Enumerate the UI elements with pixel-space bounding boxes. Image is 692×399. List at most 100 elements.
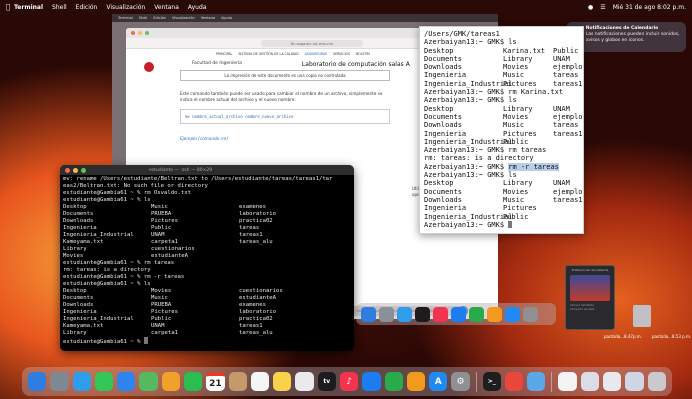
system-preferences-icon[interactable]	[523, 306, 538, 322]
terminal-line: Kameyama.txt UNAM tareas1	[63, 323, 351, 330]
launchpad-icon[interactable]	[50, 372, 69, 391]
terminal-line: Documents PRUEBA laboratorio	[63, 211, 351, 218]
url-text[interactable]: fic.sagarpc.iut.edu.mx	[260, 39, 364, 47]
system-preferences-preview[interactable]: Preferencias del sistema Cámara habilita…	[565, 265, 615, 330]
menu-item-ayuda[interactable]: Ayuda	[188, 4, 207, 11]
terminal-line: Documents Movies ejemplo	[424, 113, 583, 121]
appletv-icon[interactable]	[415, 306, 430, 322]
menu-item-terminal[interactable]: Terminal	[14, 4, 43, 11]
keynote-icon[interactable]	[451, 306, 466, 322]
terminal-cell: tareas	[553, 71, 579, 80]
mail-icon[interactable]	[117, 372, 136, 391]
terminal-cell: PRUEBA	[151, 302, 172, 308]
text-cursor	[143, 337, 148, 344]
terminal-cell: tareas_alu	[239, 330, 273, 336]
window-thumbnail-icon[interactable]	[580, 372, 599, 391]
system-preferences-icon[interactable]: ⚙	[451, 372, 470, 391]
terminal-cell: examenes	[239, 204, 266, 210]
terminal-line: Downloads Music tareas	[424, 121, 579, 129]
terminal-line: estudiante@Gambia61 ~ %	[63, 337, 351, 345]
trash-icon[interactable]	[633, 305, 651, 327]
contacts-icon[interactable]	[228, 372, 247, 391]
clock[interactable]: Mié 31 de ago 8:02 p.m.	[613, 4, 686, 11]
page-heading: Laboratorio de computación salas A	[301, 61, 410, 68]
photos-icon[interactable]	[161, 372, 180, 391]
selected-command[interactable]: rm -r tareas	[508, 162, 559, 171]
terminal-cell: Public	[151, 225, 172, 231]
calendar-icon[interactable]: 21	[206, 372, 225, 391]
appstore-icon[interactable]: A	[429, 372, 448, 391]
terminal-output: mv: rename /Users/estudiante/Beltran.txt…	[60, 175, 354, 345]
nav-link[interactable]: SERVICIOS	[333, 52, 350, 56]
terminal-line: Downloads Music tareas1	[424, 195, 583, 204]
numbers-icon[interactable]	[469, 306, 484, 322]
terminal-cell: Music	[151, 204, 168, 210]
zoom-window-icon[interactable]	[81, 167, 86, 173]
music-icon[interactable]: ♪	[339, 372, 359, 391]
finder-icon[interactable]	[28, 372, 47, 391]
terminal-window-dark[interactable]: estudiante — -zsh — 80×29 mv: rename /Us…	[60, 165, 354, 351]
calendar-notification[interactable]: 17 Notificaciones de Calendario Las noti…	[566, 22, 686, 52]
preview-icon[interactable]	[527, 372, 546, 391]
terminal-cell: UNAM	[151, 323, 165, 329]
menu-item-ventana[interactable]: Ventana	[154, 4, 179, 11]
terminal-line: Ingenieria_IndustrialPictures tareas1	[424, 80, 583, 88]
window-thumbnail-icon[interactable]	[602, 372, 622, 391]
terminal-cell: tareas1	[553, 129, 583, 138]
menu-item-visualización[interactable]: Visualización	[106, 4, 145, 11]
nav-link[interactable]: BOLETÍN	[356, 52, 370, 56]
pages-icon[interactable]	[487, 306, 502, 322]
close-window-icon[interactable]	[65, 167, 70, 173]
messages-icon[interactable]	[94, 372, 114, 391]
terminal-cell: Documents	[424, 187, 462, 196]
close-window-icon[interactable]	[131, 31, 135, 35]
terminal-cell: Documents	[63, 211, 94, 217]
freeform-icon[interactable]	[295, 372, 314, 391]
terminal-cell: Downloads	[63, 218, 94, 224]
finder-icon[interactable]	[361, 306, 376, 322]
maps-icon[interactable]	[139, 372, 158, 391]
appstore-icon[interactable]	[505, 306, 520, 322]
control-center-icon[interactable]: ☰	[600, 4, 605, 11]
desktop-file[interactable]: pantalla...8.47p.m.	[604, 334, 642, 339]
terminal-cell: examenes	[239, 302, 266, 308]
facetime-icon[interactable]	[183, 372, 203, 391]
desktop-file[interactable]: pantalla...8.53 p.m.	[652, 334, 691, 339]
terminal-cell: Library	[503, 179, 533, 188]
apple-menu-icon[interactable]: 	[6, 3, 14, 11]
terminal-line: estudiante@Gambia61 ~ % ls	[63, 281, 151, 287]
notes-icon[interactable]	[273, 372, 292, 391]
zoom-window-icon[interactable]	[145, 31, 149, 35]
trash-icon[interactable]	[647, 372, 666, 391]
safari-icon[interactable]	[72, 372, 91, 391]
wifi-icon[interactable]: ●	[588, 4, 593, 11]
keynote-icon[interactable]	[362, 372, 381, 391]
pages-icon[interactable]	[406, 372, 426, 391]
terminal-line: Documents Music estudianteA	[63, 295, 351, 302]
menu-item-shell[interactable]: Shell	[52, 4, 67, 11]
menu-item-edición[interactable]: Edición	[76, 4, 98, 11]
nav-link[interactable]: ASIGNATURAS	[305, 52, 328, 56]
desktop-files: pantalla...8.47p.m. pantalla...8.53 p.m.	[604, 334, 691, 339]
numbers-icon[interactable]	[384, 372, 403, 391]
terminal-icon[interactable]: >_	[482, 372, 501, 391]
terminal-window-light[interactable]: /Users/GMK/tareas1 Azerbaiyan13:~ GMK$ ls…	[419, 26, 584, 234]
terminal-cell: Music	[503, 195, 525, 204]
appletv-icon[interactable]: tv	[317, 372, 336, 391]
preview-title: Preferencias del sistema	[571, 268, 609, 272]
music-icon[interactable]	[433, 306, 448, 322]
minimize-window-icon[interactable]	[73, 167, 78, 173]
terminal-cell: Desktop	[424, 104, 454, 113]
nav-link[interactable]: PRINCIPAL	[216, 52, 232, 56]
chrome-icon[interactable]	[504, 372, 524, 391]
safari-icon[interactable]	[397, 306, 412, 322]
reminders-icon[interactable]	[250, 372, 270, 391]
terminal-title: estudiante — -zsh — 80×29	[149, 167, 213, 173]
terminal-title-bar[interactable]: estudiante — -zsh — 80×29	[60, 165, 354, 175]
nav-link[interactable]: SISTEMA DE GESTIÓN DE LA CALIDAD	[238, 52, 298, 56]
terminal-cell: Ingenieria	[63, 225, 97, 231]
window-thumbnail-icon[interactable]	[625, 372, 644, 391]
minimize-window-icon[interactable]	[138, 31, 142, 35]
launchpad-icon[interactable]	[379, 306, 394, 322]
document-icon[interactable]	[558, 372, 577, 391]
